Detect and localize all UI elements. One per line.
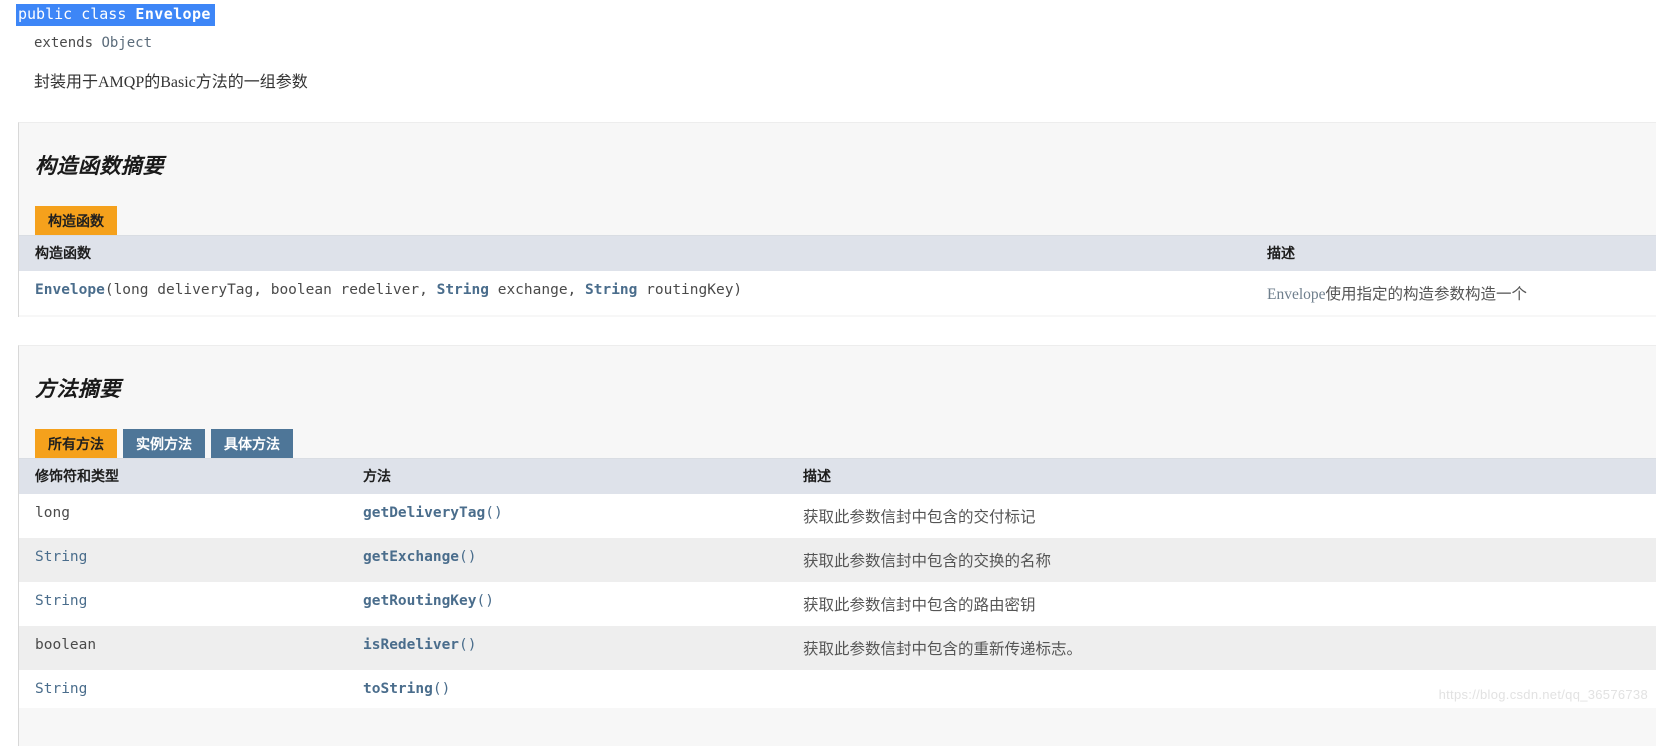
constructor-param4-type[interactable]: String: [585, 282, 637, 298]
constructor-table-header-row: 构造函数 描述: [19, 236, 1656, 271]
constructor-table-wrap: 构造函数 描述 Envelope(long deliveryTag, boole…: [19, 235, 1656, 315]
constructor-column-header-constructor: 构造函数: [19, 236, 1251, 271]
tab-all-methods[interactable]: 所有方法: [35, 429, 117, 458]
method-table-body: long getDeliveryTag() 获取此参数信封中包含的交付标记 St…: [19, 494, 1656, 708]
method-type-cell: String: [19, 538, 347, 582]
constructor-table: 构造函数 描述 Envelope(long deliveryTag, boole…: [19, 236, 1656, 315]
method-type-text: boolean: [35, 637, 97, 653]
method-description-cell: 获取此参数信封中包含的重新传递标志。: [787, 626, 1656, 670]
method-parens: (): [432, 681, 451, 697]
constructor-description-text: 使用指定的构造参数构造一个: [1325, 286, 1528, 303]
class-extends-line: extends Object: [16, 26, 1656, 51]
constructor-param3-type[interactable]: String: [437, 282, 489, 298]
method-type-link[interactable]: String: [35, 549, 87, 565]
constructor-signature-cell: Envelope(long deliveryTag, boolean redel…: [19, 271, 1251, 315]
constructor-tabstrip: 构造函数: [35, 206, 1656, 235]
constructor-link-envelope[interactable]: Envelope: [35, 282, 105, 298]
method-name-cell: getRoutingKey(): [347, 582, 787, 626]
method-table-wrap: 修饰符和类型 方法 描述 long getDeliveryTag() 获取此参数…: [19, 458, 1656, 708]
method-name-cell: isRedeliver(): [347, 626, 787, 670]
method-summary-section: 方法摘要 所有方法 实例方法 具体方法 修饰符和类型 方法 描述 long ge…: [18, 345, 1656, 746]
method-parens: (): [459, 637, 477, 653]
constructor-summary-section: 构造函数摘要 构造函数 构造函数 描述 Envelope(long delive…: [18, 122, 1656, 317]
extends-keyword: extends: [34, 35, 102, 51]
method-column-header-modifier-and-type: 修饰符和类型: [19, 459, 347, 494]
constructor-param1-type: long: [113, 282, 149, 298]
tab-instance-methods[interactable]: 实例方法: [123, 429, 205, 458]
method-parens: (): [476, 593, 494, 609]
tab-constructors[interactable]: 构造函数: [35, 206, 117, 235]
method-type-text: long: [35, 505, 70, 521]
table-row: long getDeliveryTag() 获取此参数信封中包含的交付标记: [19, 494, 1656, 538]
method-description-cell: 获取此参数信封中包含的路由密钥: [803, 597, 1036, 614]
method-tabstrip: 所有方法 实例方法 具体方法: [35, 429, 1656, 458]
table-row: String getRoutingKey() 获取此参数信封中包含的路由密钥: [19, 582, 1656, 626]
class-declaration-prefix: public class: [18, 5, 136, 23]
constructor-param2-name: redeliver,: [331, 282, 437, 298]
extends-type: Object: [101, 35, 153, 51]
class-header: public class Envelope extends Object 封装用…: [0, 0, 1656, 92]
method-link[interactable]: isRedeliver: [363, 637, 459, 653]
method-type-link[interactable]: String: [35, 681, 87, 697]
table-row: String getExchange() 获取此参数信封中包含的交换的名称: [19, 538, 1656, 582]
constructor-description-link: Envelope: [1267, 286, 1326, 303]
constructor-param3-name: exchange,: [488, 282, 586, 298]
method-parens: (): [485, 505, 503, 521]
method-table-header-row: 修饰符和类型 方法 描述: [19, 459, 1656, 494]
method-type-link[interactable]: String: [35, 593, 87, 609]
constructor-summary-title: 构造函数摘要: [35, 154, 164, 178]
method-table: 修饰符和类型 方法 描述 long getDeliveryTag() 获取此参数…: [19, 459, 1656, 708]
method-name-cell: getDeliveryTag(): [347, 494, 787, 538]
method-column-header-description: 描述: [787, 459, 1656, 494]
method-name-cell: toString(): [347, 670, 787, 708]
constructor-column-header-description: 描述: [1251, 236, 1656, 271]
constructor-param2-type: boolean: [270, 282, 332, 298]
class-declaration-highlight: public class Envelope: [16, 4, 215, 26]
constructor-param1-name: deliveryTag,: [148, 282, 271, 298]
method-type-cell: boolean: [19, 626, 347, 670]
method-description-cell: 获取此参数信封中包含的交付标记: [803, 509, 1036, 526]
method-type-cell: String: [19, 670, 347, 708]
tab-concrete-methods[interactable]: 具体方法: [211, 429, 293, 458]
class-name: Envelope: [135, 5, 211, 23]
method-description-cell: 获取此参数信封中包含的交换的名称: [787, 538, 1656, 582]
constructor-param4-name: routingKey): [637, 282, 743, 298]
constructor-sig-open: (: [104, 282, 114, 298]
constructor-description-cell: Envelope使用指定的构造参数构造一个: [1251, 271, 1656, 315]
method-link[interactable]: getExchange: [363, 549, 459, 565]
method-link[interactable]: getDeliveryTag: [363, 505, 485, 521]
method-description-cell: [787, 670, 1656, 708]
method-parens: (): [459, 549, 477, 565]
table-row: boolean isRedeliver() 获取此参数信封中包含的重新传递标志。: [19, 626, 1656, 670]
method-summary-title: 方法摘要: [35, 377, 121, 401]
method-column-header-method: 方法: [347, 459, 787, 494]
method-type-cell: long: [19, 494, 347, 538]
method-link[interactable]: toString: [363, 681, 433, 697]
method-link[interactable]: getRoutingKey: [363, 593, 477, 609]
table-row: Envelope(long deliveryTag, boolean redel…: [19, 271, 1656, 315]
method-name-cell: getExchange(): [347, 538, 787, 582]
method-type-cell: String: [19, 582, 347, 626]
class-description: 封装用于AMQP的Basic方法的一组参数: [34, 74, 308, 91]
table-row: String toString(): [19, 670, 1656, 708]
